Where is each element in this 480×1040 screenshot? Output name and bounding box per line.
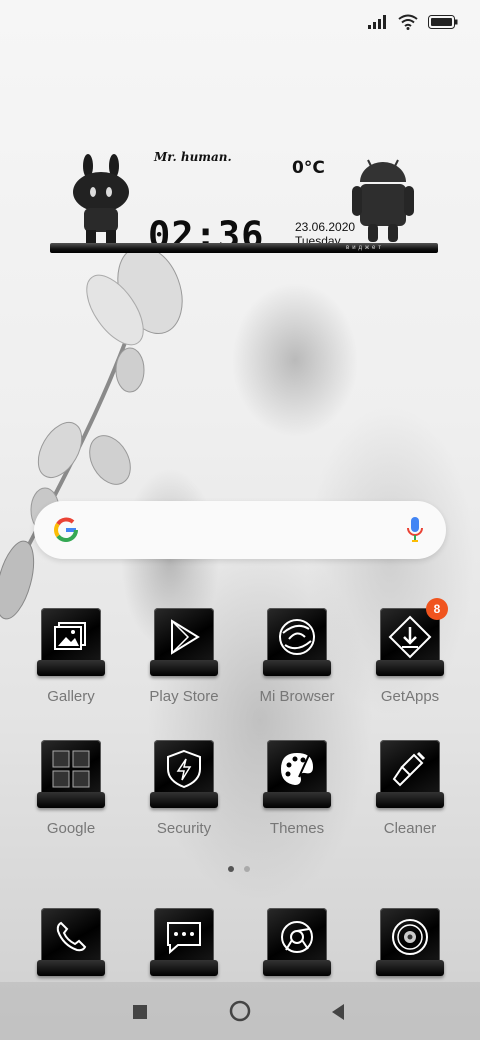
app-label: GetApps — [380, 688, 440, 705]
google-g-icon — [54, 517, 78, 542]
widget-shelf-label: виджет — [346, 245, 384, 251]
clock-widget[interactable]: Mr. human. 0°C 02:36 23.06.2020 Tuesday … — [50, 148, 438, 260]
phone-icon — [56, 921, 87, 952]
clock-date: 23.06.2020 — [295, 220, 356, 234]
temperature-text: 0°C — [292, 158, 325, 178]
page-indicator — [228, 866, 250, 872]
google-search-bar[interactable] — [34, 501, 446, 559]
camera-icon — [392, 919, 428, 955]
app-label: Gallery — [47, 688, 95, 705]
chrome-icon — [281, 921, 313, 953]
gallery-icon — [54, 622, 86, 650]
app-security[interactable]: Security — [134, 740, 234, 837]
app-label: Themes — [269, 820, 325, 837]
google-folder-icon — [52, 750, 90, 788]
app-label: Security — [156, 820, 212, 837]
app-mi-browser[interactable]: Mi Browser — [247, 608, 347, 705]
getapps-icon — [388, 615, 432, 659]
dock-phone[interactable] — [21, 908, 121, 980]
android-figure — [352, 159, 414, 242]
app-label: Mi Browser — [259, 688, 335, 705]
microphone-icon[interactable] — [406, 516, 424, 544]
wifi-icon — [398, 14, 418, 30]
dock-messages[interactable] — [134, 908, 234, 980]
security-icon — [167, 749, 201, 789]
messages-icon — [167, 922, 201, 955]
app-label: Google — [46, 820, 96, 837]
cleaner-icon — [392, 751, 426, 787]
browser-icon — [279, 619, 315, 655]
themes-icon — [281, 753, 313, 785]
app-google-folder[interactable]: Google — [21, 740, 121, 837]
battery-icon — [428, 15, 458, 29]
app-themes[interactable]: Themes — [247, 740, 347, 837]
app-getapps[interactable]: 8 GetApps — [360, 598, 460, 705]
dock-camera[interactable] — [360, 908, 460, 980]
home-button[interactable] — [229, 1000, 251, 1022]
widget-author: Mr. human. — [154, 150, 232, 164]
app-label: Play Store — [149, 688, 219, 705]
back-button[interactable] — [330, 1003, 346, 1021]
mitu-bunny-figure — [73, 154, 129, 244]
recents-button[interactable] — [132, 1004, 148, 1020]
page-dot — [244, 866, 250, 872]
navigation-bar — [0, 982, 480, 1040]
app-label: Cleaner — [383, 820, 437, 837]
signal-icon — [368, 15, 386, 29]
app-play-store[interactable]: Play Store — [134, 608, 234, 705]
page-dot-active — [228, 866, 234, 872]
status-bar — [368, 12, 458, 32]
dock-chrome[interactable] — [247, 908, 347, 980]
flower-decoration — [0, 250, 183, 620]
app-gallery[interactable]: Gallery — [21, 608, 121, 705]
notification-badge: 8 — [426, 598, 448, 620]
play-store-icon — [171, 619, 200, 655]
app-cleaner[interactable]: Cleaner — [360, 740, 460, 837]
